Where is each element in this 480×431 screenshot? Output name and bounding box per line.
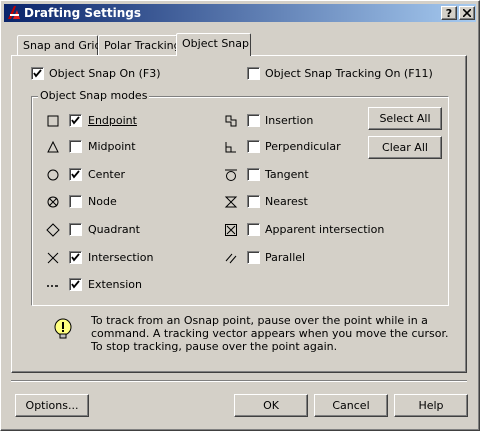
perpendicular-icon [225, 142, 236, 153]
center-checkbox[interactable] [69, 168, 82, 181]
nearest-label: Nearest [265, 195, 308, 208]
center-label: Center [88, 168, 126, 181]
select-all-button[interactable]: Select All [368, 107, 442, 130]
ok-button[interactable]: OK [234, 394, 308, 417]
insertion-label: Insertion [265, 114, 314, 127]
circle-icon [47, 169, 59, 181]
quadrant-label: Quadrant [88, 223, 140, 236]
tab-label: Polar Tracking [104, 39, 181, 52]
parallel-label: Parallel [265, 251, 306, 264]
title-bar[interactable]: Drafting Settings ? [4, 4, 476, 22]
lightbulb-icon [54, 318, 72, 339]
close-icon [462, 8, 472, 18]
square-icon [47, 115, 59, 127]
tangent-icon [225, 169, 237, 181]
insertion-checkbox[interactable] [247, 114, 260, 127]
info-line: To track from an Osnap point, pause over… [91, 314, 428, 327]
help-button[interactable]: Help [394, 394, 468, 417]
tracking-info-text: To track from an Osnap point, pause over… [91, 314, 448, 353]
diamond-icon [46, 223, 60, 237]
tab-label: Object Snap [182, 37, 249, 50]
clear-all-button[interactable]: Clear All [368, 136, 442, 159]
intersection-checkbox[interactable] [69, 251, 82, 264]
tangent-label: Tangent [265, 168, 309, 181]
drafting-settings-window: Drafting Settings ? Snap and Grid Polar … [0, 0, 480, 431]
ok-label: OK [263, 399, 279, 412]
node-icon [47, 196, 59, 208]
help-title-button[interactable]: ? [441, 6, 457, 20]
tab-snap-and-grid[interactable]: Snap and Grid [17, 35, 102, 55]
perpendicular-label: Perpendicular [265, 140, 341, 153]
footer-separator [11, 380, 467, 382]
quadrant-checkbox[interactable] [69, 223, 82, 236]
object-snap-on-label: Object Snap On (F3) [49, 67, 161, 80]
tab-polar-tracking[interactable]: Polar Tracking [98, 35, 181, 55]
cancel-label: Cancel [332, 399, 370, 412]
clear-all-label: Clear All [382, 141, 428, 154]
close-button[interactable] [459, 6, 475, 20]
info-line: command. A tracking vector appears when … [91, 327, 449, 340]
endpoint-checkbox[interactable] [69, 114, 82, 127]
triangle-icon [47, 140, 59, 153]
nearest-checkbox[interactable] [247, 195, 260, 208]
window-title: Drafting Settings [24, 6, 141, 20]
perpendicular-checkbox[interactable] [247, 140, 260, 153]
extension-icon [47, 285, 58, 287]
cancel-button[interactable]: Cancel [314, 394, 388, 417]
boxed-x-icon [225, 224, 237, 236]
insertion-icon [225, 115, 237, 127]
object-snap-tracking-checkbox[interactable] [247, 67, 260, 80]
parallel-icon [225, 253, 237, 264]
help-label: Help [418, 399, 444, 412]
midpoint-checkbox[interactable] [69, 140, 82, 153]
x-icon [47, 252, 59, 264]
endpoint-label: Endpoint [88, 114, 137, 127]
midpoint-label: Midpoint [88, 140, 136, 153]
tangent-checkbox[interactable] [247, 168, 260, 181]
app-icon [8, 6, 20, 19]
node-checkbox[interactable] [69, 195, 82, 208]
info-line: To stop tracking, pause over the point a… [91, 340, 338, 353]
options-button[interactable]: Options... [15, 394, 89, 417]
tab-object-snap[interactable]: Object Snap [176, 33, 251, 56]
tab-label: Snap and Grid [23, 39, 102, 52]
select-all-label: Select All [379, 112, 431, 125]
extension-label: Extension [88, 278, 143, 291]
intersection-label: Intersection [88, 251, 154, 264]
apparent-intersection-checkbox[interactable] [247, 223, 260, 236]
parallel-checkbox[interactable] [247, 251, 260, 264]
extension-checkbox[interactable] [69, 278, 82, 291]
options-label: Options... [25, 399, 79, 412]
hourglass-icon [224, 196, 238, 208]
object-snap-modes-title: Object Snap modes [38, 89, 150, 102]
object-snap-on-checkbox[interactable] [31, 67, 44, 80]
apparent-intersection-label: Apparent intersection [265, 223, 385, 236]
node-label: Node [88, 195, 117, 208]
object-snap-tracking-label: Object Snap Tracking On (F11) [265, 67, 433, 80]
